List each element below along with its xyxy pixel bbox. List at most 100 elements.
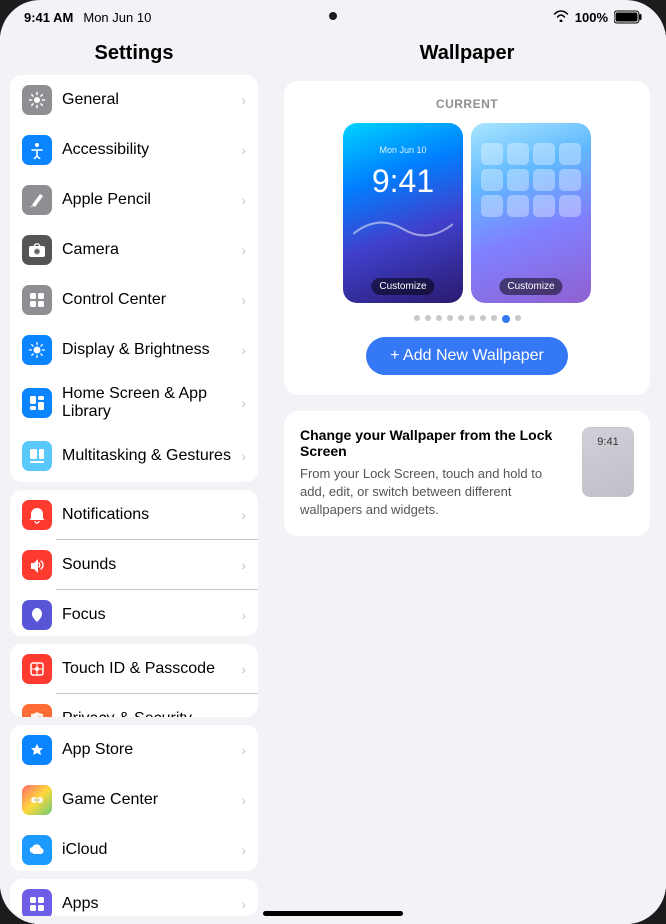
dot-1[interactable] [425, 315, 431, 321]
home-icons-grid [481, 143, 581, 217]
privacy-icon [22, 704, 52, 717]
sidebar-item-sounds[interactable]: Sounds › [10, 540, 258, 590]
dot-2[interactable] [436, 315, 442, 321]
home-screen-bg [471, 123, 591, 303]
home-icon-12 [559, 195, 581, 217]
dot-9[interactable] [515, 315, 521, 321]
home-screen-preview[interactable]: Customize [471, 123, 591, 303]
lock-time: 9:41 [372, 163, 434, 200]
status-date: Mon Jun 10 [83, 10, 151, 25]
apps-icon [22, 889, 52, 916]
sidebar-title: Settings [0, 30, 268, 75]
sidebar-item-icloud[interactable]: iCloud › [10, 825, 258, 871]
control-center-icon [22, 285, 52, 315]
status-bar: 9:41 AM Mon Jun 10 100% [0, 0, 666, 30]
sidebar-item-control-center[interactable]: Control Center › [10, 275, 258, 325]
privacy-label: Privacy & Security [62, 710, 192, 717]
sidebar-item-focus[interactable]: Focus › [10, 590, 258, 636]
home-icon-4 [559, 143, 581, 165]
display-brightness-label: Display & Brightness [62, 341, 210, 359]
display-brightness-icon [22, 335, 52, 365]
sidebar: Settings General › Accessibility › [0, 30, 268, 924]
home-screen-icon [22, 388, 52, 418]
home-screen-label: Home Screen & App Library [62, 385, 231, 421]
sidebar-item-game-center[interactable]: Game Center › [10, 775, 258, 825]
lock-customize-button[interactable]: Customize [371, 278, 434, 295]
lock-screen-preview[interactable]: Mon Jun 10 9:41 Customize [343, 123, 463, 303]
focus-label: Focus [62, 606, 106, 624]
apps-label: Apps [62, 895, 98, 913]
wallpaper-panel: Wallpaper CURRENT Mon Jun 10 9:41 [268, 30, 666, 924]
main-content: Settings General › Accessibility › [0, 30, 666, 924]
sidebar-item-app-store[interactable]: App Store › [10, 725, 258, 775]
wallpaper-card: CURRENT Mon Jun 10 9:41 Customize [284, 81, 650, 395]
home-screen-chevron: › [241, 395, 246, 411]
touch-id-icon [22, 654, 52, 684]
apple-pencil-chevron: › [241, 192, 246, 208]
home-icon-11 [533, 195, 555, 217]
wifi-icon [553, 10, 569, 25]
dot-8-active[interactable] [502, 315, 510, 323]
sidebar-item-camera[interactable]: Camera › [10, 225, 258, 275]
accessibility-label: Accessibility [62, 141, 149, 159]
info-body: From your Lock Screen, touch and hold to… [300, 465, 568, 520]
touch-id-chevron: › [241, 661, 246, 677]
notifications-chevron: › [241, 507, 246, 523]
info-text: Change your Wallpaper from the Lock Scre… [300, 427, 568, 520]
notifications-label: Notifications [62, 506, 149, 524]
sidebar-item-apple-pencil[interactable]: Apple Pencil › [10, 175, 258, 225]
dot-6[interactable] [480, 315, 486, 321]
add-wallpaper-button[interactable]: + Add New Wallpaper [366, 337, 568, 375]
dot-7[interactable] [491, 315, 497, 321]
home-icon-1 [481, 143, 503, 165]
device-frame: 9:41 AM Mon Jun 10 100% Settings [0, 0, 666, 924]
app-store-chevron: › [241, 742, 246, 758]
dot-4[interactable] [458, 315, 464, 321]
icloud-chevron: › [241, 842, 246, 858]
status-time: 9:41 AM [24, 10, 73, 25]
dot-3[interactable] [447, 315, 453, 321]
focus-icon [22, 600, 52, 630]
sounds-label: Sounds [62, 556, 116, 574]
sidebar-item-search[interactable]: Search › [10, 481, 258, 482]
apple-pencil-label: Apple Pencil [62, 191, 151, 209]
settings-group-2: Notifications › Sounds › Focus › [10, 490, 258, 636]
sidebar-item-privacy[interactable]: Privacy & Security › [10, 694, 258, 717]
settings-group-5: Apps › [10, 879, 258, 916]
info-card: Change your Wallpaper from the Lock Scre… [284, 411, 650, 536]
lock-screen-decoration [353, 204, 453, 244]
game-center-icon [22, 785, 52, 815]
sidebar-item-home-screen[interactable]: Home Screen & App Library › [10, 375, 258, 431]
sidebar-item-notifications[interactable]: Notifications › [10, 490, 258, 540]
wallpaper-previews: Mon Jun 10 9:41 Customize [300, 123, 634, 303]
settings-group-3: Touch ID & Passcode › Privacy & Security… [10, 644, 258, 717]
sidebar-item-touch-id[interactable]: Touch ID & Passcode › [10, 644, 258, 694]
home-icon-6 [507, 169, 529, 191]
info-preview-thumbnail: 9:41 [582, 427, 634, 497]
sidebar-item-general[interactable]: General › [10, 75, 258, 125]
sounds-icon [22, 550, 52, 580]
icloud-icon [22, 835, 52, 865]
notifications-icon [22, 500, 52, 530]
home-icon-5 [481, 169, 503, 191]
preview-time-label: 9:41 [597, 436, 618, 448]
apps-chevron: › [241, 896, 246, 912]
icloud-label: iCloud [62, 841, 107, 859]
home-icon-10 [507, 195, 529, 217]
home-indicator[interactable] [263, 911, 403, 916]
settings-group-1: General › Accessibility › Apple Pencil › [10, 75, 258, 482]
battery-indicator: 100% [575, 10, 608, 25]
home-customize-button[interactable]: Customize [499, 278, 562, 295]
lock-screen-bg: Mon Jun 10 9:41 [343, 123, 463, 303]
dot-5[interactable] [469, 315, 475, 321]
sidebar-item-display-brightness[interactable]: Display & Brightness › [10, 325, 258, 375]
sidebar-item-apps[interactable]: Apps › [10, 879, 258, 916]
app-store-label: App Store [62, 741, 133, 759]
display-brightness-chevron: › [241, 342, 246, 358]
accessibility-icon [22, 135, 52, 165]
sidebar-item-multitasking[interactable]: Multitasking & Gestures › [10, 431, 258, 481]
sidebar-item-accessibility[interactable]: Accessibility › [10, 125, 258, 175]
pagination-dots [300, 315, 634, 323]
dot-0[interactable] [414, 315, 420, 321]
sounds-chevron: › [241, 557, 246, 573]
